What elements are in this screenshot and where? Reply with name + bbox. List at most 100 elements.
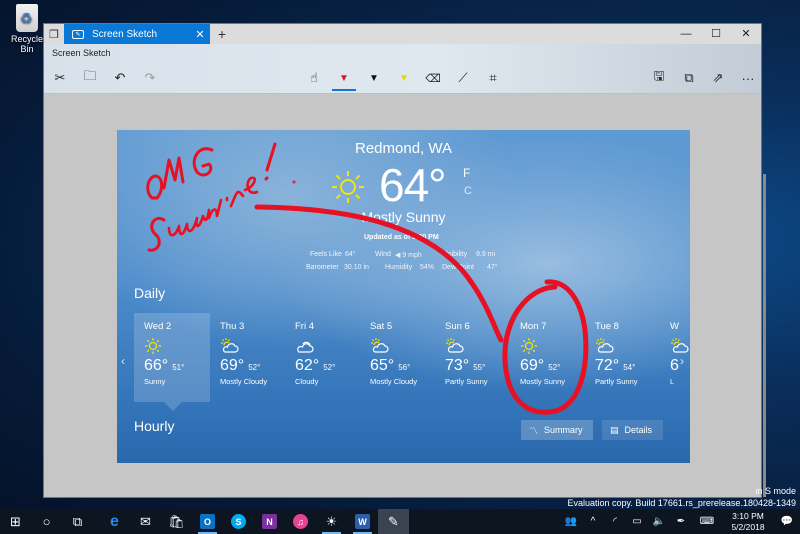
current-condition: Mostly Sunny [361,209,446,225]
ballpoint-pen-button[interactable]: ▼ [331,67,357,91]
task-view-icon: ⧉ [72,513,83,529]
show-hidden-icons-chevron[interactable]: ^ [582,516,604,527]
taskbar-cortana-button[interactable]: ○ [31,509,62,534]
highlighter-button[interactable]: ▼ [391,67,417,89]
dew-point-label: Dew Point [442,264,474,271]
edge-icon: e [110,512,119,530]
barometer-value: 30.10 in [344,264,369,271]
summary-button[interactable]: 〽 Summary [521,420,593,440]
partly-weather-icon [670,337,690,355]
summary-label: Summary [544,425,583,435]
taskbar-skype-button[interactable]: S [223,509,254,534]
volume-icon[interactable]: 🔈 [648,516,670,527]
forecast-day: Mon 7 [520,321,547,332]
forecast-condition: Partly Sunny [445,377,488,386]
touch-keyboard-icon[interactable]: ⌨ [692,516,722,527]
forecast-condition: Mostly Cloudy [370,377,418,386]
show-tabs-button[interactable]: ❐ [44,24,64,44]
pencil-button[interactable]: ▼ [361,67,387,89]
chart-icon: 〽 [529,425,539,436]
captured-screenshot[interactable]: Redmond, WA 64° F C Mostly Sunny Updated… [117,130,690,463]
outlook-icon: O [200,514,215,529]
redo-button[interactable]: ↷ [137,67,163,89]
forecast-condition: Mostly Sunny [520,377,566,386]
taskbar-weather-button[interactable]: ☀ [316,509,347,534]
tab-title: Screen Sketch [92,28,158,40]
vertical-scrollbar[interactable] [763,174,766,497]
tab-bar: ❐ ✎ Screen Sketch ✕ + — ☐ ✕ [44,24,761,44]
forecast-low: 55° [473,363,486,372]
share-button[interactable]: ⇗ [705,67,731,89]
daily-forecast-tile[interactable]: Wed 2 66° 51° Sunny [134,313,210,402]
ink-handwriting-omg [162,156,185,190]
minimize-button[interactable]: — [671,24,701,44]
onenote-icon: N [262,514,277,529]
battery-icon[interactable]: ▭ [626,516,648,527]
more-icon: ··· [741,70,755,86]
weather-icon: ☀ [325,513,338,529]
taskbar-start-button[interactable]: ⊞ [0,509,31,534]
ink-dot [292,180,296,184]
close-tab-button[interactable]: ✕ [190,28,210,41]
tabs-icon: ❐ [49,28,59,41]
daily-forecast-tile[interactable]: Tue 8 72° 54° Partly Sunny [585,313,661,402]
forecast-high: 69° [220,357,245,374]
taskbar-itunes-button[interactable]: ♫ [285,509,316,534]
crop-button[interactable]: ⌗ [480,67,506,89]
highlighter-icon: ▼ [399,72,409,84]
save-button[interactable]: 🖫 [646,67,672,89]
new-tab-button[interactable]: + [212,24,232,44]
tab-screen-sketch[interactable]: ✎ Screen Sketch ✕ [64,24,210,44]
maximize-button[interactable]: ☐ [701,24,731,44]
wifi-icon[interactable]: ◜ [604,516,626,527]
taskbar-onenote-button[interactable]: N [254,509,285,534]
forecast-condition: Mostly Cloudy [220,377,268,386]
cortana-icon: ○ [42,514,51,529]
itunes-icon: ♫ [293,514,308,529]
taskbar-edge-button[interactable]: e [99,509,130,534]
new-snip-icon: ✂ [54,70,66,85]
daily-forecast-tile[interactable]: Sat 5 65° 56° Mostly Cloudy [360,313,436,402]
action-center-icon[interactable]: 💬 [774,516,800,527]
close-button[interactable]: ✕ [731,24,761,44]
skype-icon: S [231,514,246,529]
taskbar-screen-sketch-button[interactable]: ✎ [378,509,409,534]
taskbar-word-button[interactable]: W [347,509,378,534]
wind-label: Wind [375,251,391,258]
pen-workspace-icon[interactable]: ✒ [670,516,692,527]
partly-weather-icon [445,337,511,355]
undo-button[interactable]: ↶ [107,67,133,89]
watermark-mode: in S mode [755,486,796,496]
touch-writing-button[interactable]: ☝ [301,67,327,89]
new-snip-button[interactable]: ✂ [47,67,73,89]
copy-button[interactable]: ⧉ [676,67,702,89]
start-icon: ⊞ [10,513,21,529]
open-file-button[interactable]: 🗀 [77,67,103,89]
ruler-button[interactable]: ⟋ [450,67,476,89]
partly-weather-icon [220,337,286,355]
taskbar-outlook-button[interactable]: O [192,509,223,534]
screen-sketch-icon: ✎ [388,513,399,529]
screen-sketch-window: ❐ ✎ Screen Sketch ✕ + — ☐ ✕ Screen Sketc… [43,23,766,521]
people-icon[interactable]: 👥 [560,516,582,527]
ballpoint-pen-icon: ▼ [339,72,349,84]
unit-celsius-toggle[interactable]: C [464,185,472,197]
details-button[interactable]: ▤ Details [602,420,663,440]
forecast-low: 52° [548,363,561,372]
taskbar-mail-button[interactable]: ✉ [130,509,161,534]
taskbar: ⊞ ○ ⧉ e ✉ 🛍 O S N ♫ ☀ W ✎ 👥 ^ ◜ ▭ 🔈 ✒ ⌨ 3:10 PM 5/2/… [0,509,800,534]
daily-forecast-tile[interactable]: Mon 7 69° 52° Mostly Sunny [510,313,586,402]
daily-forecast-tile[interactable]: Fri 4 62° 52° Cloudy [285,313,361,402]
unit-fahrenheit-toggle[interactable]: F [463,166,470,180]
eraser-button[interactable]: ⌫ [420,67,446,89]
daily-prev-arrow[interactable]: ‹ [121,354,125,368]
forecast-day: Fri 4 [295,321,314,332]
forecast-day: W [670,321,679,332]
daily-forecast-tile[interactable]: Sun 6 73° 55° Partly Sunny [435,313,511,402]
clock[interactable]: 3:10 PM 5/2/2018 [722,511,774,533]
taskbar-store-button[interactable]: 🛍 [161,509,192,534]
more-button[interactable]: ··· [735,67,761,89]
daily-forecast-tile[interactable]: W 6 L [660,313,690,402]
taskbar-task-view-button[interactable]: ⧉ [62,509,93,534]
daily-forecast-tile[interactable]: Thu 3 69° 52° Mostly Cloudy [210,313,286,402]
